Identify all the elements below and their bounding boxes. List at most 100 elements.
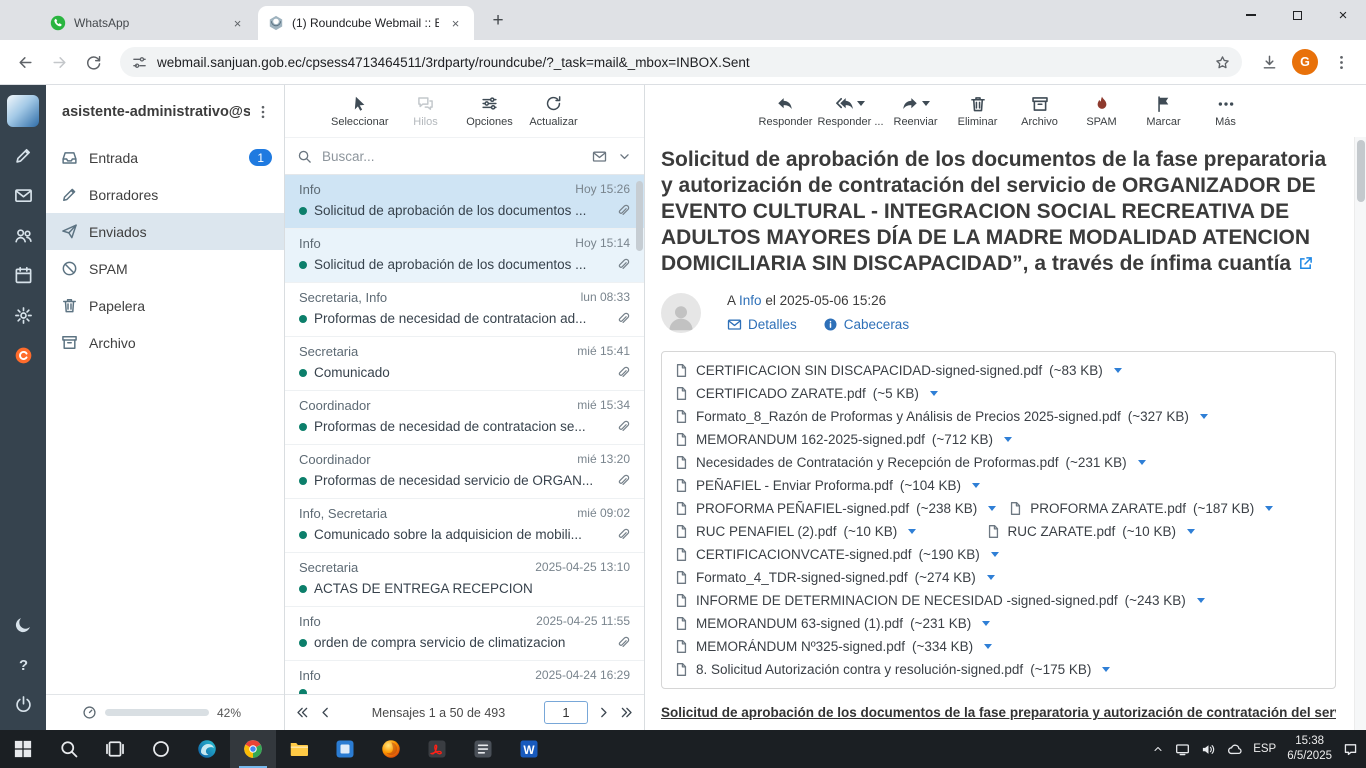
taskbar-app[interactable] (138, 730, 184, 768)
maximize-button[interactable] (1274, 0, 1320, 30)
rail-item[interactable] (0, 135, 46, 175)
external-link-icon[interactable] (1298, 256, 1313, 271)
notification-center-icon[interactable] (1343, 742, 1358, 757)
attachment-name[interactable]: MEMORANDUM 63-signed (1).pdf (696, 616, 903, 631)
reload-button[interactable] (78, 47, 108, 77)
browser-tab[interactable]: (1) Roundcube Webmail :: Envia × (258, 6, 474, 40)
close-button[interactable]: × (1320, 0, 1366, 30)
folder-item[interactable]: Archivo (46, 324, 284, 361)
message-toolbar-button[interactable]: Responder (755, 95, 815, 128)
attachment-menu-caret[interactable] (1265, 506, 1273, 511)
rail-item[interactable] (0, 295, 46, 335)
attachment-item[interactable]: RUC PENAFIEL (2).pdf (~10 KB) (674, 520, 986, 543)
attachment-item[interactable]: RUC ZARATE.pdf (~10 KB) (986, 520, 1298, 543)
folder-item[interactable]: Enviados (46, 213, 284, 250)
attachment-menu-caret[interactable] (982, 621, 990, 626)
rail-item[interactable] (0, 335, 46, 375)
minimize-button[interactable] (1228, 0, 1274, 30)
tab-close-icon[interactable]: × (447, 15, 464, 32)
message-toolbar-button[interactable]: Archivo (1010, 95, 1070, 128)
recipient-link[interactable]: Info (739, 293, 762, 308)
attachment-item[interactable]: Necesidades de Contratación y Recepción … (674, 451, 1158, 474)
attachment-menu-caret[interactable] (991, 552, 999, 557)
dropdown-caret-icon[interactable] (857, 101, 865, 106)
message-list-item[interactable]: Info Hoy 15:14 Solicitud de aprobación d… (285, 229, 644, 283)
site-info-icon[interactable] (132, 55, 147, 70)
attachment-menu-caret[interactable] (984, 644, 992, 649)
taskbar-app[interactable] (230, 730, 276, 768)
attachment-item[interactable]: Formato_4_TDR-signed-signed.pdf (~274 KB… (674, 566, 1007, 589)
forward-button[interactable] (44, 47, 74, 77)
attachment-menu-caret[interactable] (1138, 460, 1146, 465)
attachment-menu-caret[interactable] (1114, 368, 1122, 373)
list-toolbar-button[interactable]: Seleccionar (331, 95, 388, 128)
attachment-name[interactable]: PEÑAFIEL - Enviar Proforma.pdf (696, 478, 893, 493)
taskbar-app[interactable] (368, 730, 414, 768)
tray-chevron-up-icon[interactable] (1152, 743, 1164, 755)
folder-item[interactable]: Papelera (46, 287, 284, 324)
attachment-name[interactable]: PROFORMA PEÑAFIEL-signed.pdf (696, 501, 909, 516)
attachment-item[interactable]: PEÑAFIEL - Enviar Proforma.pdf (~104 KB) (674, 474, 992, 497)
message-toolbar-button[interactable]: Eliminar (948, 95, 1008, 128)
attachment-item[interactable]: INFORME DE DETERMINACION DE NECESIDAD -s… (674, 589, 1217, 612)
tray-cloud-icon[interactable] (1227, 742, 1242, 757)
attachment-name[interactable]: CERTIFICADO ZARATE.pdf (696, 386, 866, 401)
message-list-item[interactable]: Info Hoy 15:26 Solicitud de aprobación d… (285, 175, 644, 229)
browser-menu-button[interactable] (1326, 47, 1356, 77)
downloads-button[interactable] (1254, 47, 1284, 77)
taskbar-clock[interactable]: 15:38 6/5/2025 (1287, 734, 1332, 764)
attachment-name[interactable]: Necesidades de Contratación y Recepción … (696, 455, 1058, 470)
folder-item[interactable]: SPAM (46, 250, 284, 287)
attachment-item[interactable]: 8. Solicitud Autorización contra y resol… (674, 658, 1122, 681)
browser-profile-avatar[interactable]: G (1292, 49, 1318, 75)
address-bar[interactable]: webmail.sanjuan.gob.ec/cpsess4713464511/… (120, 47, 1242, 77)
attachment-name[interactable]: PROFORMA ZARATE.pdf (1030, 501, 1186, 516)
attachment-item[interactable]: MEMORANDUM 162-2025-signed.pdf (~712 KB) (674, 428, 1024, 451)
rail-item[interactable] (0, 255, 46, 295)
rail-item[interactable]: ? (0, 644, 46, 684)
url-text[interactable]: webmail.sanjuan.gob.ec/cpsess4713464511/… (157, 55, 1205, 70)
list-scrollbar-thumb[interactable] (636, 181, 643, 251)
attachment-menu-caret[interactable] (930, 391, 938, 396)
attachment-item[interactable]: CERTIFICADO ZARATE.pdf (~5 KB) (674, 382, 986, 405)
attachment-name[interactable]: CERTIFICACIONVCATE-signed.pdf (696, 547, 912, 562)
attachment-item[interactable]: PROFORMA ZARATE.pdf (~187 KB) (1008, 497, 1320, 520)
tray-volume-icon[interactable] (1201, 742, 1216, 757)
attachment-item[interactable]: PROFORMA PEÑAFIEL-signed.pdf (~238 KB) (674, 497, 1008, 520)
page-number-input[interactable] (544, 701, 588, 724)
attachment-item[interactable]: MEMORANDUM 63-signed (1).pdf (~231 KB) (674, 612, 1002, 635)
attachment-name[interactable]: CERTIFICACION SIN DISCAPACIDAD-signed-si… (696, 363, 1042, 378)
view-scrollbar[interactable] (1354, 137, 1366, 730)
attachment-name[interactable]: MEMORÁNDUM Nº325-signed.pdf (696, 639, 905, 654)
folder-options-button[interactable] (250, 99, 276, 125)
bookmark-star-icon[interactable] (1215, 55, 1230, 70)
message-list-item[interactable]: Info, Secretaria mié 09:02 Comunicado so… (285, 499, 644, 553)
message-list-item[interactable]: Secretaria, Info lun 08:33 Proformas de … (285, 283, 644, 337)
list-toolbar-button[interactable]: Hilos (398, 95, 452, 128)
message-list-item[interactable]: Secretaria mié 15:41 Comunicado (285, 337, 644, 391)
attachment-menu-caret[interactable] (988, 506, 996, 511)
taskbar-app[interactable] (92, 730, 138, 768)
message-list-item[interactable]: Info 2025-04-25 11:55 orden de compra se… (285, 607, 644, 661)
last-page-button[interactable] (619, 705, 634, 720)
message-action-link[interactable]: Detalles (727, 317, 797, 332)
attachment-menu-caret[interactable] (1004, 437, 1012, 442)
attachment-name[interactable]: Formato_8_Razón de Proformas y Análisis … (696, 409, 1121, 424)
message-list-item[interactable]: Info 2025-04-24 16:29 (285, 661, 644, 694)
search-scope-icon[interactable] (592, 149, 607, 164)
tray-display-icon[interactable] (1175, 742, 1190, 757)
language-indicator[interactable]: ESP (1253, 743, 1276, 755)
rail-item[interactable] (0, 684, 46, 724)
taskbar-app[interactable] (276, 730, 322, 768)
rail-item[interactable] (0, 175, 46, 215)
rail-item[interactable] (0, 215, 46, 255)
attachment-name[interactable]: MEMORANDUM 162-2025-signed.pdf (696, 432, 925, 447)
rail-item[interactable] (0, 604, 46, 644)
attachment-name[interactable]: Formato_4_TDR-signed-signed.pdf (696, 570, 908, 585)
attachment-name[interactable]: INFORME DE DETERMINACION DE NECESIDAD -s… (696, 593, 1118, 608)
message-toolbar-button[interactable]: Responder ... (817, 95, 883, 128)
taskbar-app[interactable] (322, 730, 368, 768)
list-toolbar-button[interactable]: Actualizar (526, 95, 580, 128)
message-toolbar-button[interactable]: Reenviar (886, 95, 946, 128)
attachment-menu-caret[interactable] (987, 575, 995, 580)
